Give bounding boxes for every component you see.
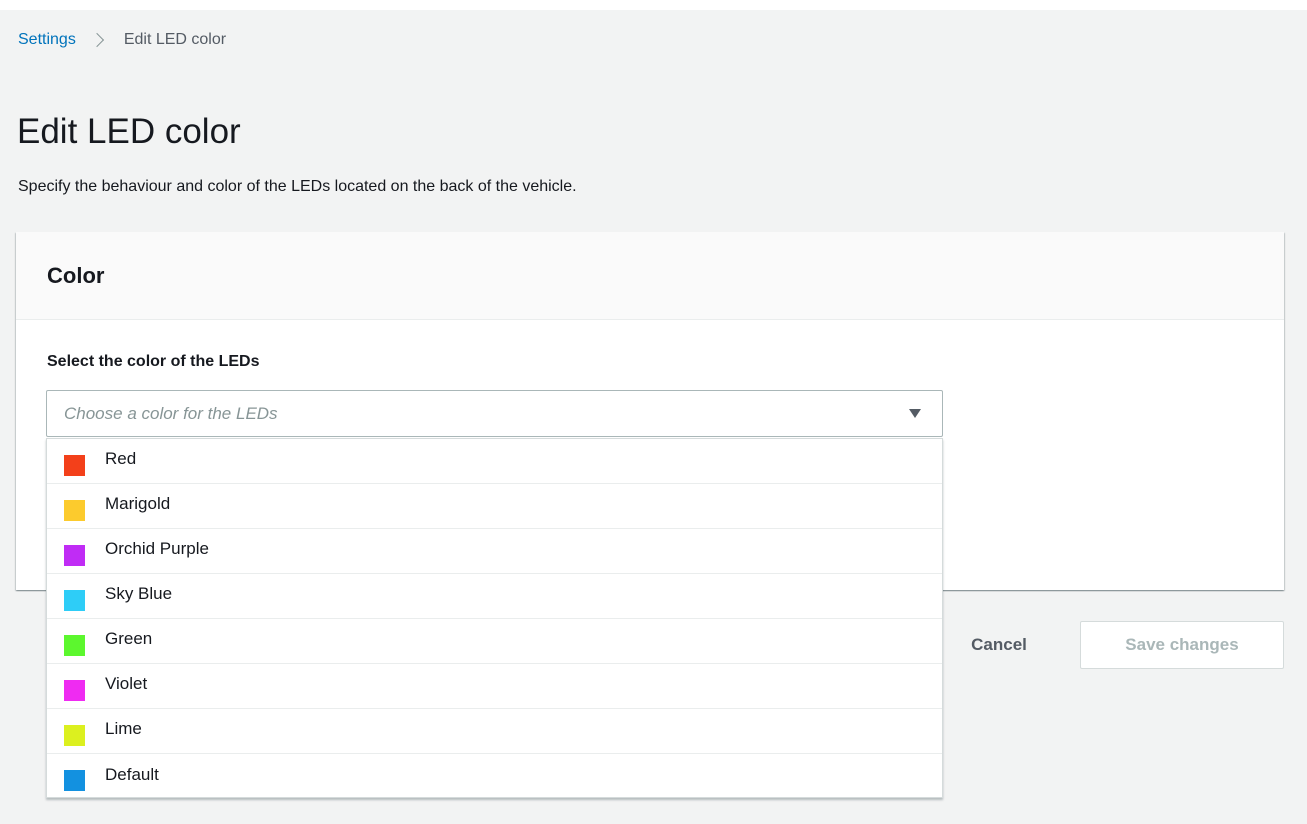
color-swatch-icon bbox=[64, 589, 85, 611]
breadcrumb-settings-link[interactable]: Settings bbox=[18, 31, 76, 49]
color-option[interactable]: Green bbox=[47, 619, 942, 664]
color-option-label: Marigold bbox=[105, 494, 171, 513]
cancel-button[interactable]: Cancel bbox=[946, 622, 1052, 668]
color-option[interactable]: Marigold bbox=[47, 484, 942, 529]
color-option[interactable]: Violet bbox=[47, 664, 942, 709]
save-changes-button[interactable]: Save changes bbox=[1080, 621, 1284, 669]
color-option-label: Violet bbox=[105, 674, 148, 693]
color-swatch-icon bbox=[64, 724, 85, 746]
page-description: Specify the behaviour and color of the L… bbox=[18, 178, 577, 195]
color-option[interactable]: Default bbox=[47, 754, 942, 799]
breadcrumb: Settings Edit LED color bbox=[18, 29, 226, 51]
color-swatch-icon bbox=[64, 634, 85, 656]
color-swatch-icon bbox=[64, 499, 85, 521]
page-title: Edit LED color bbox=[17, 112, 241, 151]
color-option-label: Default bbox=[105, 764, 159, 784]
chevron-right-icon bbox=[89, 32, 104, 48]
caret-down-icon bbox=[909, 409, 921, 418]
color-option-label: Green bbox=[105, 629, 153, 648]
color-option[interactable]: Red bbox=[47, 439, 942, 484]
breadcrumb-current: Edit LED color bbox=[123, 31, 227, 48]
color-swatch-icon bbox=[64, 770, 85, 791]
color-option-label: Sky Blue bbox=[105, 584, 173, 603]
color-dropdown-list: Red Marigold Orchid Purple Sky Blue Green Vio… bbox=[46, 438, 943, 798]
color-option[interactable]: Lime bbox=[47, 709, 942, 754]
color-swatch-icon bbox=[64, 544, 85, 566]
top-strip bbox=[0, 0, 1307, 10]
field-label: Select the color of the LEDs bbox=[47, 353, 260, 370]
color-option[interactable]: Sky Blue bbox=[47, 574, 942, 619]
color-select[interactable]: Choose a color for the LEDs bbox=[46, 390, 943, 437]
color-option[interactable]: Orchid Purple bbox=[47, 529, 942, 574]
color-swatch-icon bbox=[64, 679, 85, 701]
select-placeholder: Choose a color for the LEDs bbox=[64, 403, 278, 423]
container-header: Color bbox=[16, 232, 1284, 320]
container-title: Color bbox=[47, 262, 105, 288]
color-option-label: Lime bbox=[105, 719, 142, 738]
color-swatch-icon bbox=[64, 454, 85, 476]
color-option-label: Red bbox=[105, 449, 137, 468]
color-option-label: Orchid Purple bbox=[105, 539, 209, 558]
